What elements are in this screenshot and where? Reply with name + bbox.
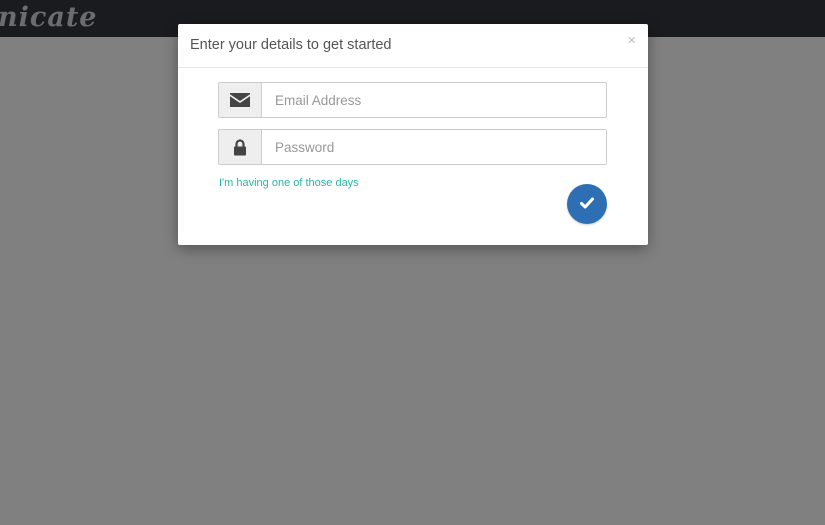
login-modal: Enter your details to get started × I'm … [178, 24, 648, 245]
close-button[interactable]: × [627, 32, 636, 50]
check-icon [580, 197, 594, 212]
modal-title: Enter your details to get started [190, 37, 392, 53]
email-field[interactable] [263, 83, 606, 117]
password-field[interactable] [263, 130, 606, 164]
modal-header: Enter your details to get started × [178, 24, 648, 68]
envelope-icon [219, 83, 262, 117]
forgot-password-link[interactable]: I'm having one of those days [219, 177, 359, 189]
lock-icon [219, 130, 262, 164]
submit-button[interactable] [567, 184, 607, 224]
email-input-group [218, 82, 607, 118]
brand-logo[interactable]: nicate [0, 2, 97, 34]
password-input-group [218, 129, 607, 165]
